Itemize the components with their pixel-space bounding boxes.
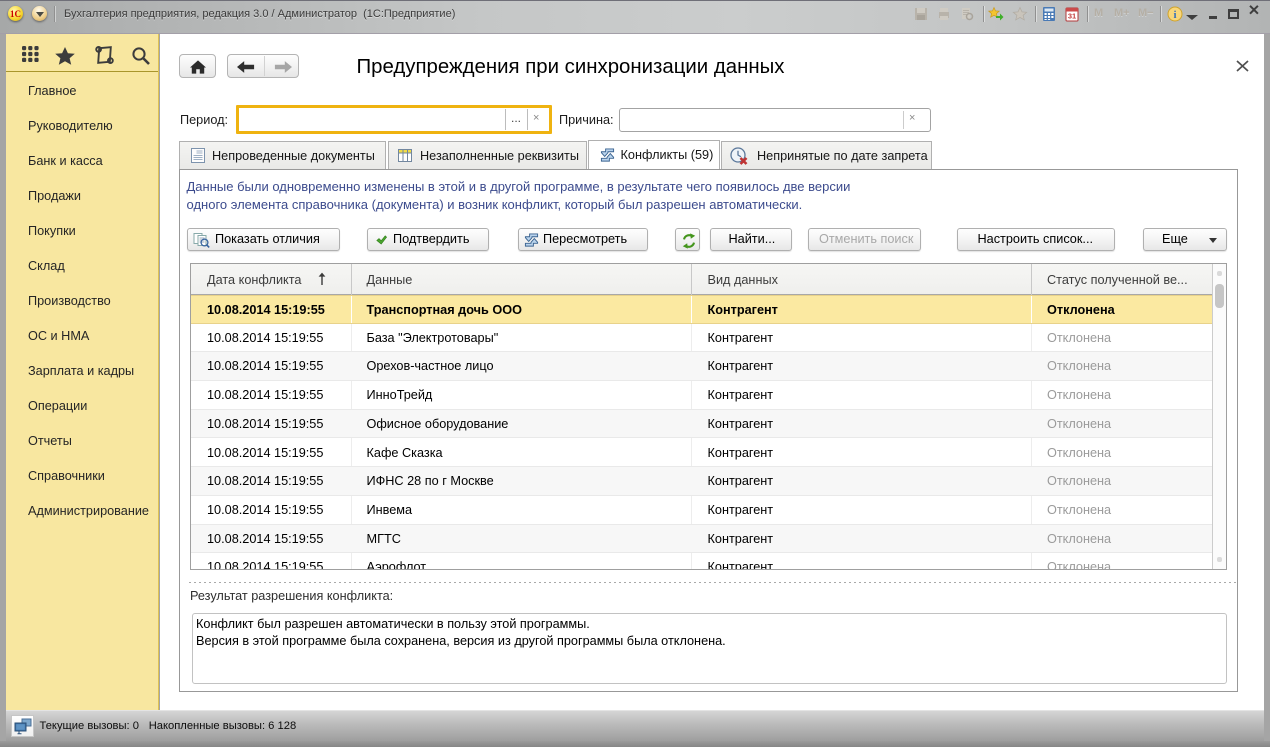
- svg-text:i: i: [1173, 9, 1176, 21]
- svg-text:31: 31: [1068, 12, 1076, 21]
